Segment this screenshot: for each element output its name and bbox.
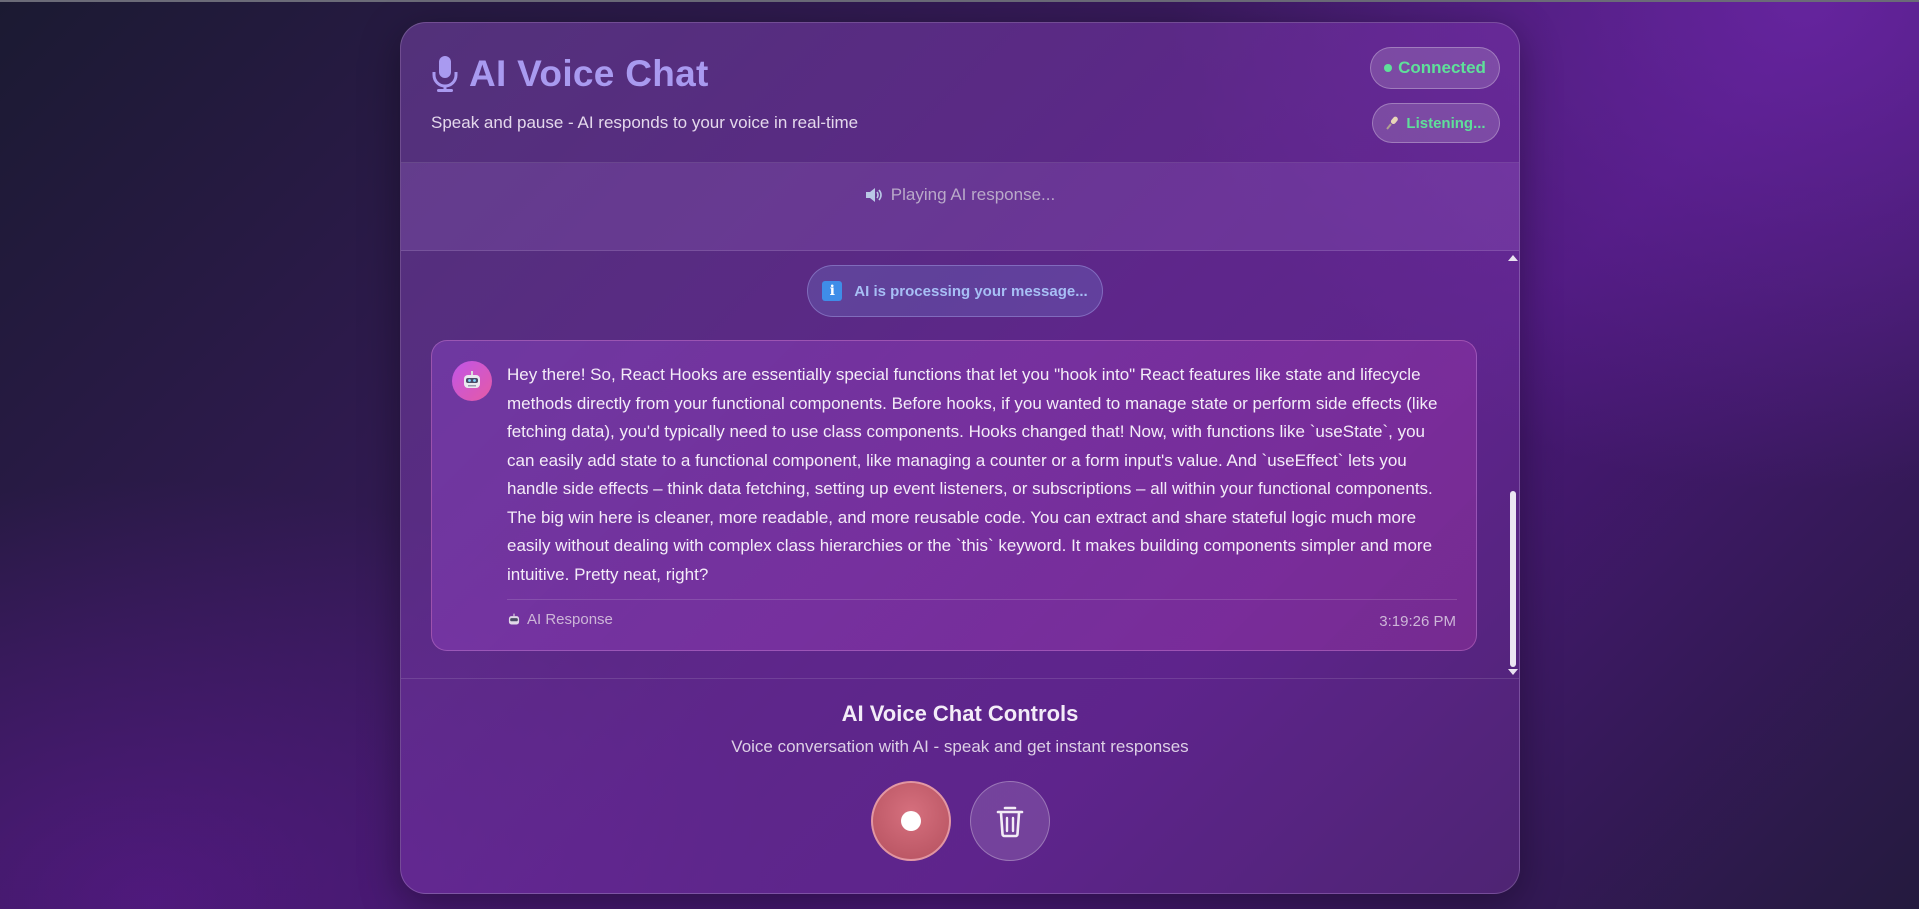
record-icon bbox=[901, 811, 921, 831]
message-timestamp: 3:19:26 PM bbox=[1379, 613, 1456, 630]
message-label: AI Response bbox=[507, 611, 613, 628]
ai-message: Hey there! So, React Hooks are essential… bbox=[431, 340, 1477, 651]
robot-icon bbox=[508, 613, 520, 624]
controls-subtitle: Voice conversation with AI - speak and g… bbox=[731, 737, 1189, 756]
microphone-icon bbox=[1386, 116, 1399, 130]
scroll-thumb[interactable] bbox=[1510, 491, 1516, 667]
listening-status-badge: Listening... bbox=[1372, 103, 1500, 143]
avatar bbox=[452, 361, 492, 401]
clear-chat-button[interactable] bbox=[970, 781, 1050, 861]
page-title: AI Voice Chat bbox=[469, 53, 709, 94]
page-subtitle: Speak and pause - AI responds to your vo… bbox=[431, 113, 859, 132]
microphone-icon bbox=[432, 56, 458, 92]
listening-status-label: Listening... bbox=[1406, 114, 1486, 132]
connection-status-label: Connected bbox=[1398, 58, 1486, 77]
header: AI Voice Chat Speak and pause - AI respo… bbox=[401, 23, 1519, 163]
record-button[interactable] bbox=[871, 781, 951, 861]
scroll-down-arrow-icon[interactable] bbox=[1508, 669, 1518, 675]
info-icon: i bbox=[822, 281, 843, 301]
chat-messages: i AI is processing your message... Hey t… bbox=[401, 251, 1519, 679]
controls-panel: AI Voice Chat Controls Voice conversatio… bbox=[401, 678, 1519, 893]
window-top-border bbox=[0, 0, 1919, 2]
processing-notice-text: AI is processing your message... bbox=[854, 282, 1088, 300]
chat-scrollbar[interactable] bbox=[1507, 255, 1519, 675]
message-text: Hey there! So, React Hooks are essential… bbox=[507, 365, 1438, 584]
voice-chat-card: AI Voice Chat Speak and pause - AI respo… bbox=[400, 22, 1520, 894]
playback-status-bar: Playing AI response... bbox=[401, 163, 1519, 251]
controls-title: AI Voice Chat Controls bbox=[841, 701, 1079, 726]
scroll-up-arrow-icon[interactable] bbox=[1508, 255, 1518, 261]
playback-status: Playing AI response... bbox=[401, 185, 1519, 205]
message-label-text: AI Response bbox=[527, 611, 613, 628]
title-row: AI Voice Chat bbox=[431, 53, 709, 95]
status-dot-icon bbox=[1384, 64, 1393, 72]
trash-icon bbox=[996, 806, 1024, 838]
playback-status-text: Playing AI response... bbox=[890, 185, 1056, 204]
connection-status-badge: Connected bbox=[1370, 47, 1500, 89]
message-divider bbox=[507, 599, 1457, 600]
speaker-icon bbox=[865, 188, 882, 202]
robot-icon bbox=[464, 371, 480, 388]
processing-notice: i AI is processing your message... bbox=[807, 265, 1103, 317]
